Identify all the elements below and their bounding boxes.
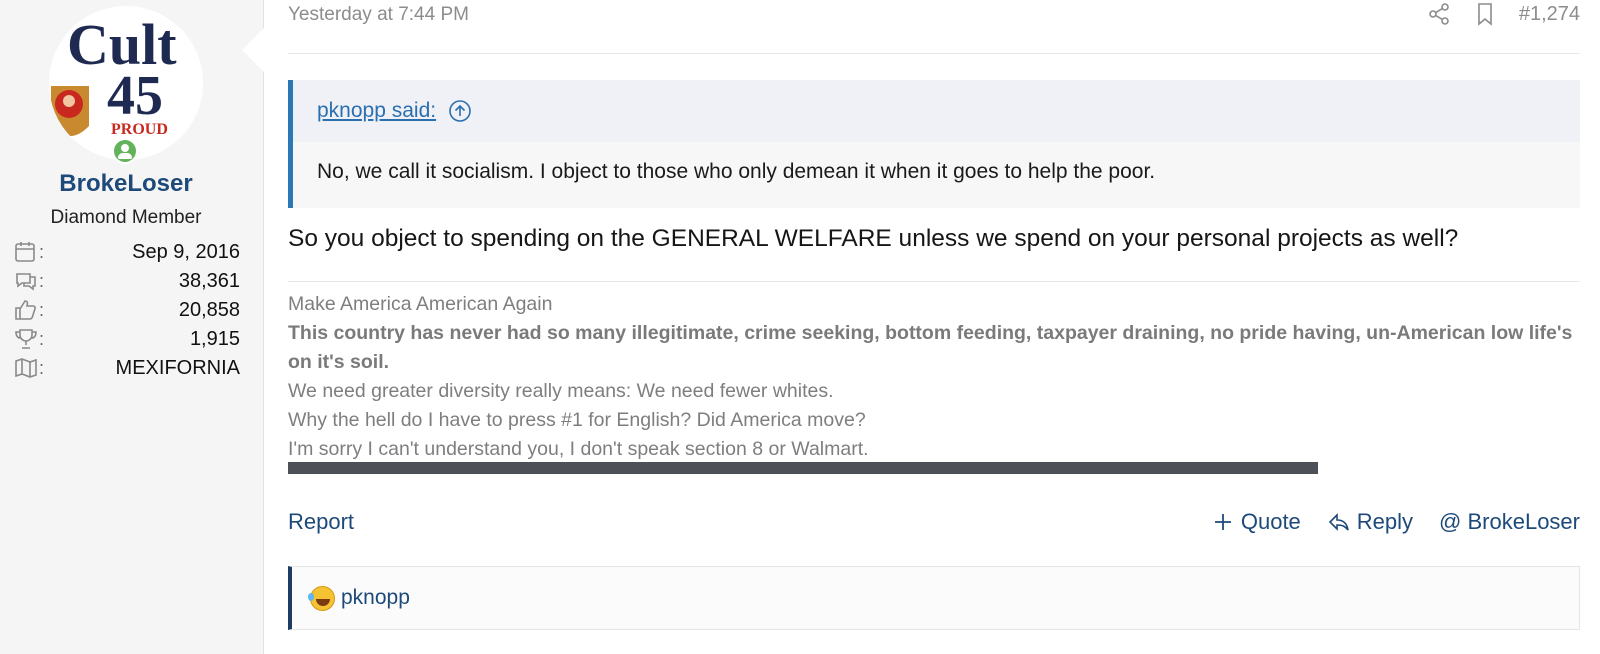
go-to-quote-icon[interactable] [448,99,472,123]
reaction-user[interactable]: pknopp [341,586,410,610]
reply-label: Reply [1356,509,1414,534]
reply-button[interactable]: Reply [1327,509,1413,535]
signature-bold-line: This country has never had so many illeg… [288,322,1573,373]
online-status-icon [112,138,138,164]
messages-icon: : [14,270,44,292]
post-body: So you object to spending on the GENERAL… [288,225,1459,252]
post-date[interactable]: Yesterday at 7:44 PM [288,4,469,26]
stat-location: : MEXIFORNIA [14,354,240,382]
post-footer: Report Quote Reply @ BrokeLoser [288,505,1580,539]
avatar-text-45: 45 [107,65,163,127]
post-number[interactable]: #1,274 [1519,3,1580,26]
quote-header: pknopp said: [293,80,1580,142]
signature-bar [288,462,1318,474]
report-button[interactable]: Report [288,509,354,535]
share-icon[interactable] [1427,2,1451,26]
stat-messages-value: 38,361 [178,269,240,292]
quote-author-link[interactable]: pknopp said: [317,99,436,123]
signature-line: I'm sorry I can't understand you, I don'… [288,438,869,460]
bookmark-icon[interactable] [1473,2,1497,26]
trophy-icon: : [14,328,44,350]
mention-button[interactable]: @ BrokeLoser [1439,509,1580,535]
calendar-icon: : [14,241,44,263]
quote-button[interactable]: Quote [1211,509,1301,535]
avatar[interactable]: Cult 45 PROUD [49,6,203,160]
post-header-actions: #1,274 [1427,2,1580,26]
signature-divider [288,281,1580,282]
reply-icon [1328,513,1349,531]
avatar-text-proud: PROUD [111,121,168,138]
stat-messages: : 38,361 [14,267,240,295]
laughing-emoji-icon [308,585,335,611]
quote-label: Quote [1240,509,1301,534]
panel-pointer [242,28,264,72]
stat-reactions-value: 20,858 [178,298,240,321]
stat-joined-value: Sep 9, 2016 [132,240,240,263]
divider [288,53,1580,54]
stat-points-value: 1,915 [189,327,240,350]
stat-points: : 1,915 [14,325,240,353]
quote-block: pknopp said: No, we call it socialism. I… [288,80,1580,208]
user-title: Diamond Member [50,207,202,228]
signature-line: Make America American Again [288,293,553,315]
quote-text: No, we call it socialism. I object to th… [317,160,1156,183]
stat-joined: : Sep 9, 2016 [14,238,240,266]
user-panel: Cult 45 PROUD BrokeLoser Diamond Member … [0,0,264,654]
reactions-bar[interactable]: pknopp [288,566,1580,630]
plus-icon [1214,514,1231,530]
signature-line: We need greater diversity really means: … [288,380,834,402]
signature-line: Why the hell do I have to press #1 for E… [288,409,866,431]
map-icon: : [14,357,44,379]
avatar-image: Cult 45 PROUD [49,6,203,160]
username[interactable]: BrokeLoser [0,170,252,198]
signature: Make America American Again This country… [288,290,1580,464]
stat-location-value: MEXIFORNIA [115,356,240,379]
stat-reactions: : 20,858 [14,296,240,324]
post-actions: Quote Reply @ BrokeLoser [1211,509,1580,535]
thumbs-up-icon: : [14,299,44,321]
